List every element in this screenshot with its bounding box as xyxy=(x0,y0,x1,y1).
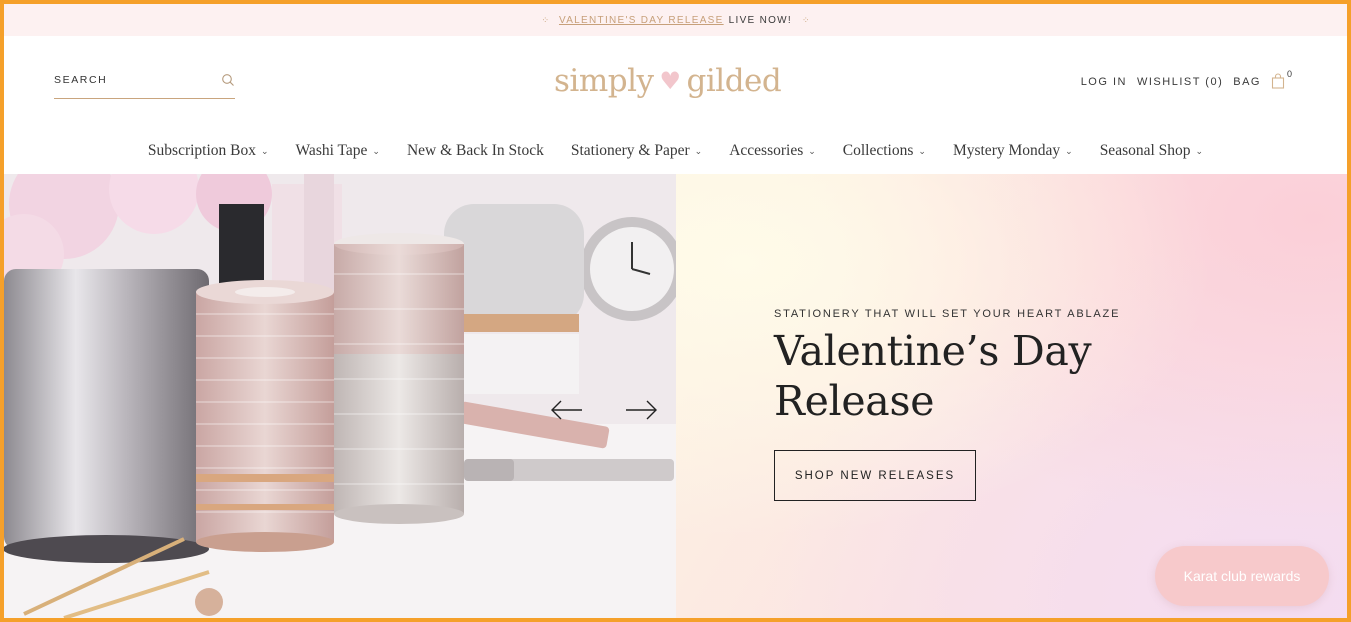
search-bar xyxy=(54,70,235,99)
wishlist-link[interactable]: WISHLIST (0) xyxy=(1137,76,1223,88)
chevron-down-icon: ⌄ xyxy=(808,147,816,157)
search-input[interactable] xyxy=(54,70,214,90)
nav-item-new-back-in-stock[interactable]: New & Back In Stock xyxy=(407,142,544,160)
main-nav: Subscription Box ⌄ Washi Tape ⌄ New & Ba… xyxy=(4,140,1347,162)
hero-image xyxy=(4,174,676,618)
login-link[interactable]: LOG IN xyxy=(1081,76,1127,88)
chevron-down-icon: ⌄ xyxy=(261,147,269,157)
bag-count: 0 xyxy=(1286,69,1292,79)
nav-item-label: Accessories xyxy=(729,142,804,159)
sparkle-icon: ⁘ xyxy=(541,14,549,25)
nav-item-subscription-box[interactable]: Subscription Box ⌄ xyxy=(148,142,269,160)
shopping-bag-icon xyxy=(1271,73,1285,89)
shop-new-releases-button[interactable]: SHOP NEW RELEASES xyxy=(774,450,976,501)
nav-item-label: Stationery & Paper xyxy=(570,142,690,159)
chevron-down-icon: ⌄ xyxy=(918,147,926,157)
hero-eyebrow: STATIONERY THAT WILL SET YOUR HEART ABLA… xyxy=(774,308,1121,320)
nav-item-washi-tape[interactable]: Washi Tape ⌄ xyxy=(296,142,380,160)
tape-stack-right xyxy=(334,233,464,524)
search-icon[interactable] xyxy=(221,73,235,87)
announcement-suffix: LIVE NOW! xyxy=(728,14,792,26)
nav-item-label: Washi Tape xyxy=(295,142,368,159)
nav-item-accessories[interactable]: Accessories ⌄ xyxy=(729,142,816,160)
hero-headline: Valentine’s Day Release xyxy=(774,326,1194,426)
page-frame: ⁘ VALENTINE'S DAY RELEASE LIVE NOW! ⁘ si… xyxy=(4,4,1347,618)
hero-headline-line2: Release xyxy=(774,377,935,425)
hero-headline-line1: Valentine’s Day xyxy=(774,327,1092,375)
tape-stack-left xyxy=(196,280,334,552)
utility-nav: LOG IN WISHLIST (0) BAG 0 xyxy=(1081,69,1292,90)
chevron-down-icon: ⌄ xyxy=(1065,147,1073,157)
nav-item-label: Subscription Box xyxy=(147,142,256,159)
nav-item-stationery-paper[interactable]: Stationery & Paper ⌄ xyxy=(571,142,702,160)
nav-item-label: New & Back In Stock xyxy=(406,142,544,159)
bag-link[interactable]: BAG xyxy=(1233,76,1261,88)
nav-item-collections[interactable]: Collections ⌄ xyxy=(843,142,926,160)
announcement-link[interactable]: VALENTINE'S DAY RELEASE xyxy=(559,15,724,26)
logo-text-left: simply xyxy=(554,63,654,99)
karat-club-rewards-button[interactable]: Karat club rewards xyxy=(1155,546,1329,606)
next-slide-button[interactable] xyxy=(624,399,658,421)
heart-icon: ♥ xyxy=(659,67,682,95)
nav-item-label: Seasonal Shop xyxy=(1099,142,1191,159)
chevron-down-icon: ⌄ xyxy=(694,147,703,157)
announcement-bar: ⁘ VALENTINE'S DAY RELEASE LIVE NOW! ⁘ xyxy=(4,4,1347,36)
chevron-down-icon: ⌄ xyxy=(372,147,380,157)
washi-tape-photo xyxy=(4,174,676,618)
sparkle-icon: ⁘ xyxy=(802,14,810,25)
nav-item-mystery-monday[interactable]: Mystery Monday ⌄ xyxy=(953,142,1073,160)
nav-item-label: Mystery Monday xyxy=(952,142,1061,159)
logo-text-right: gilded xyxy=(686,63,782,99)
previous-slide-button[interactable] xyxy=(550,399,584,421)
nav-item-label: Collections xyxy=(842,142,914,159)
bag-button[interactable]: 0 xyxy=(1271,69,1292,89)
nav-item-seasonal-shop[interactable]: Seasonal Shop ⌄ xyxy=(1100,142,1203,160)
site-logo[interactable]: simply ♥ gilded xyxy=(554,59,799,103)
chevron-down-icon: ⌄ xyxy=(1195,147,1204,157)
